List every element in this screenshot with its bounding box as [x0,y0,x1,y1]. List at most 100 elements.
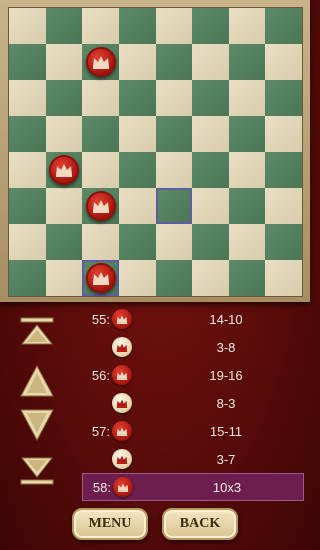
board-square[interactable] [192,260,229,296]
first-move-button[interactable] [14,316,60,346]
crown-icon [116,427,128,436]
move-history-list[interactable]: 55: 14-10 3-8 56: 19-16 8-3 57: 15-11 3-7 58: 10x3 [82,305,304,501]
crown-icon [116,343,128,352]
move-row[interactable]: 58: 10x3 [82,473,304,501]
board-square[interactable] [155,152,193,188]
board-square[interactable] [192,224,229,260]
board-square[interactable] [155,8,193,44]
board-square[interactable] [228,8,266,44]
board-square[interactable] [118,260,156,296]
board-square[interactable] [192,188,229,224]
board-square[interactable] [45,80,83,116]
board-square[interactable] [228,80,266,116]
board-square[interactable] [118,188,156,224]
board-square[interactable] [9,8,46,44]
board-square[interactable] [265,224,302,260]
board-square[interactable] [192,80,229,116]
board-square[interactable] [155,224,193,260]
board-square[interactable] [45,8,83,44]
red-checker-piece[interactable] [85,191,116,221]
crown-icon [116,455,128,464]
red-checker-piece[interactable] [48,155,79,185]
board-square[interactable] [9,80,46,116]
board-square[interactable] [192,8,229,44]
board-frame [0,0,310,302]
board-square[interactable] [265,44,302,80]
down-triangle-icon [20,409,54,441]
board-square[interactable] [228,224,266,260]
red-piece-indicator [112,421,132,441]
board-square[interactable] [228,116,266,152]
red-checker-piece[interactable] [85,47,116,77]
board-square[interactable] [45,260,83,296]
next-move-button[interactable] [14,408,60,442]
board-square[interactable] [82,80,119,116]
board-square[interactable] [265,116,302,152]
board-square[interactable] [228,44,266,80]
crown-icon [92,272,109,285]
board-square[interactable] [228,188,266,224]
move-row[interactable]: 3-8 [82,333,304,361]
move-row[interactable]: 3-7 [82,445,304,473]
board-square[interactable] [9,152,46,188]
board-square[interactable] [265,80,302,116]
board-square[interactable] [45,224,83,260]
board-square[interactable] [45,188,83,224]
board-square[interactable] [118,116,156,152]
move-row[interactable]: 56: 19-16 [82,361,304,389]
board-square[interactable] [45,44,83,80]
board-square[interactable] [9,116,46,152]
board-square[interactable] [155,80,193,116]
board-square[interactable] [118,80,156,116]
back-button[interactable]: BACK [162,508,238,540]
previous-move-button[interactable] [14,364,60,398]
board-square[interactable] [118,44,156,80]
board-square[interactable] [118,8,156,44]
checkers-board[interactable] [8,7,303,297]
move-row[interactable]: 55: 14-10 [82,305,304,333]
skip-to-start-icon [20,317,54,345]
last-move-button[interactable] [14,456,60,486]
board-square[interactable] [155,116,193,152]
move-number: 55: [91,311,110,327]
board-square[interactable] [265,260,302,296]
board-square[interactable] [9,224,46,260]
menu-button[interactable]: MENU [72,508,148,540]
red-checker-piece[interactable] [85,263,116,293]
board-square[interactable] [192,152,229,188]
board-square[interactable] [118,152,156,188]
move-row[interactable]: 8-3 [82,389,304,417]
board-square[interactable] [265,188,302,224]
board-square[interactable] [118,224,156,260]
crown-icon [116,315,128,324]
board-square[interactable] [155,260,193,296]
board-square[interactable] [155,188,193,224]
board-square[interactable] [265,152,302,188]
board-square[interactable] [155,44,193,80]
move-notation: 3-8 [216,339,236,355]
board-square[interactable] [228,152,266,188]
board-square[interactable] [82,116,119,152]
board-square[interactable] [82,224,119,260]
board-square[interactable] [192,44,229,80]
board-square[interactable] [265,8,302,44]
board-square[interactable] [9,44,46,80]
skip-to-end-icon [20,457,54,485]
move-row[interactable]: 57: 15-11 [82,417,304,445]
board-square[interactable] [82,8,119,44]
move-notation: 14-10 [209,311,243,327]
crown-icon [116,371,128,380]
crown-icon [92,200,109,213]
board-square[interactable] [45,116,83,152]
crown-icon [117,483,129,492]
white-piece-indicator [112,393,132,413]
board-square[interactable] [82,152,119,188]
board-square[interactable] [228,260,266,296]
crown-icon [92,56,109,69]
move-number: 57: [91,423,110,439]
move-number: 56: [91,367,110,383]
board-square[interactable] [9,260,46,296]
white-piece-indicator [112,337,132,357]
board-square[interactable] [9,188,46,224]
board-square[interactable] [192,116,229,152]
